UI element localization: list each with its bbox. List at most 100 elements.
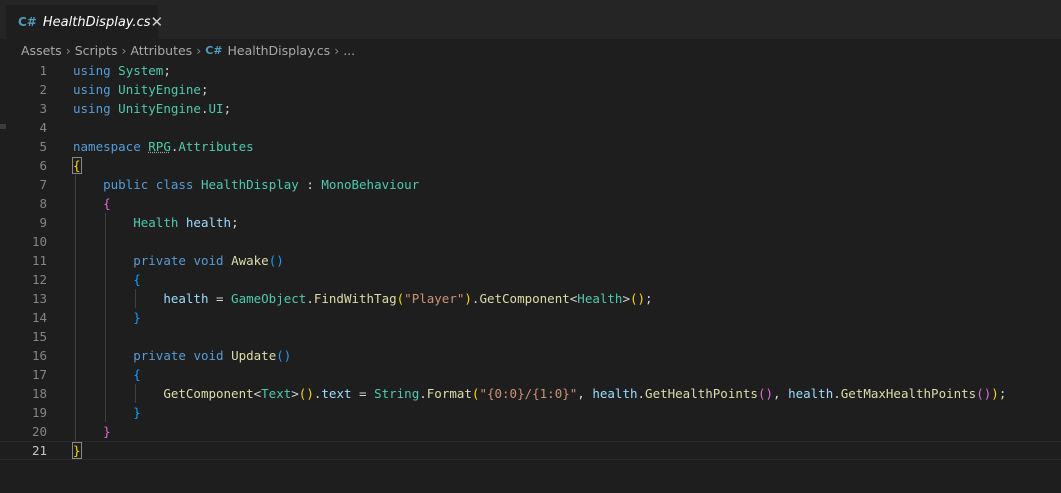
line-number: 15 bbox=[31, 329, 47, 344]
breadcrumb-item-file[interactable]: HealthDisplay.cs bbox=[227, 43, 330, 58]
code-token: using bbox=[73, 101, 111, 116]
tab-healthdisplay[interactable]: C# HealthDisplay.cs ✕ bbox=[6, 5, 163, 39]
code-text: using UnityEngine; bbox=[73, 80, 209, 99]
indent-guide bbox=[105, 232, 107, 251]
code-token: () bbox=[276, 348, 292, 363]
code-token: private bbox=[133, 253, 186, 268]
code-token: UI bbox=[208, 101, 224, 116]
line-number: 12 bbox=[31, 272, 47, 287]
code-token: namespace bbox=[73, 139, 141, 154]
code-text: Health health; bbox=[73, 213, 238, 232]
code-token: . bbox=[200, 101, 209, 116]
code-line[interactable]: 1 using System; bbox=[0, 61, 1061, 80]
code-line[interactable]: 13 health = GameObject.FindWithTag("Play… bbox=[0, 289, 1061, 308]
code-editor[interactable]: 1 using System; 2 using UnityEngine; 3 using … bbox=[0, 61, 1061, 461]
code-token: System bbox=[118, 63, 164, 78]
code-token: () bbox=[757, 386, 773, 401]
code-token: GetComponent bbox=[479, 291, 570, 306]
code-line[interactable]: 19 } bbox=[0, 403, 1061, 422]
code-token: . bbox=[637, 386, 646, 401]
code-token: health bbox=[592, 386, 638, 401]
code-line[interactable]: 7 public class HealthDisplay : MonoBehav… bbox=[0, 175, 1061, 194]
line-number: 19 bbox=[31, 405, 47, 420]
code-token: () bbox=[629, 291, 646, 306]
code-token: { bbox=[72, 157, 82, 174]
code-text: } bbox=[73, 422, 111, 441]
code-text: private void Update() bbox=[73, 346, 291, 365]
code-token: ; bbox=[163, 63, 171, 78]
code-line[interactable]: 12 { bbox=[0, 270, 1061, 289]
code-token: } bbox=[133, 405, 141, 420]
breadcrumb: Assets › Scripts › Attributes › C# Healt… bbox=[21, 41, 355, 59]
code-token: using bbox=[73, 82, 111, 97]
line-number: 3 bbox=[39, 101, 47, 116]
code-token: HealthDisplay bbox=[200, 177, 299, 192]
code-token: , bbox=[577, 386, 593, 401]
chevron-right-icon: › bbox=[121, 42, 127, 58]
line-number: 11 bbox=[31, 253, 47, 268]
code-line[interactable]: 11 private void Awake() bbox=[0, 251, 1061, 270]
code-token: ; bbox=[200, 82, 209, 97]
close-icon[interactable]: ✕ bbox=[151, 13, 164, 31]
code-line[interactable]: 21} bbox=[0, 441, 1061, 460]
code-line[interactable]: 20 } bbox=[0, 422, 1061, 441]
code-text: { bbox=[73, 194, 111, 213]
code-token: { bbox=[133, 272, 141, 287]
line-number: 5 bbox=[39, 139, 47, 154]
code-token: "{0:0}/{1:0}" bbox=[479, 386, 578, 401]
code-token: = bbox=[351, 386, 375, 401]
code-token: void bbox=[193, 253, 224, 268]
code-token: Awake bbox=[231, 253, 269, 268]
code-token: , bbox=[773, 386, 789, 401]
code-line[interactable]: 5 namespace RPG.Attributes bbox=[0, 137, 1061, 156]
code-line[interactable]: 15 bbox=[0, 327, 1061, 346]
line-number: 14 bbox=[31, 310, 47, 325]
code-line[interactable]: 8 { bbox=[0, 194, 1061, 213]
code-token: > bbox=[622, 291, 630, 306]
code-line[interactable]: 6{ bbox=[0, 156, 1061, 175]
chevron-right-icon: › bbox=[65, 42, 71, 58]
code-line[interactable]: 2 using UnityEngine; bbox=[0, 80, 1061, 99]
breadcrumb-item-symbols[interactable]: ... bbox=[343, 43, 355, 58]
line-number: 13 bbox=[31, 291, 47, 306]
chevron-right-icon: › bbox=[196, 42, 202, 58]
code-token: } bbox=[133, 310, 141, 325]
code-line[interactable]: 4 bbox=[0, 118, 1061, 137]
code-text: namespace RPG.Attributes bbox=[73, 137, 254, 156]
csharp-file-icon: C# bbox=[205, 43, 223, 57]
code-line[interactable]: 3 using UnityEngine.UI; bbox=[0, 99, 1061, 118]
code-text: } bbox=[73, 403, 141, 422]
code-line[interactable]: 9 Health health; bbox=[0, 213, 1061, 232]
line-number: 6 bbox=[39, 158, 47, 173]
breadcrumb-item-assets[interactable]: Assets bbox=[21, 43, 62, 58]
code-token: () bbox=[298, 386, 314, 401]
breadcrumb-item-scripts[interactable]: Scripts bbox=[75, 43, 118, 58]
code-token: : bbox=[298, 177, 322, 192]
code-line[interactable]: 18 GetComponent<Text>().text = String.Fo… bbox=[0, 384, 1061, 403]
code-text: private void Awake() bbox=[73, 251, 284, 270]
code-line[interactable]: 17 { bbox=[0, 365, 1061, 384]
tab-title: HealthDisplay.cs bbox=[42, 14, 151, 30]
code-token: Format bbox=[426, 386, 472, 401]
line-number: 2 bbox=[39, 82, 47, 97]
code-token: ; bbox=[998, 386, 1007, 401]
code-token: () bbox=[976, 386, 992, 401]
line-number: 1 bbox=[39, 63, 47, 78]
code-token: } bbox=[72, 442, 82, 459]
code-line[interactable]: 14 } bbox=[0, 308, 1061, 327]
code-text: GetComponent<Text>().text = String.Forma… bbox=[73, 384, 1006, 403]
breadcrumb-item-attributes[interactable]: Attributes bbox=[130, 43, 192, 58]
code-text: } bbox=[73, 308, 141, 327]
code-line[interactable]: 10 bbox=[0, 232, 1061, 251]
line-number: 8 bbox=[39, 196, 47, 211]
code-line[interactable]: 16 private void Update() bbox=[0, 346, 1061, 365]
code-text: { bbox=[72, 156, 82, 175]
code-token: text bbox=[321, 386, 352, 401]
code-token: Health bbox=[133, 215, 179, 230]
